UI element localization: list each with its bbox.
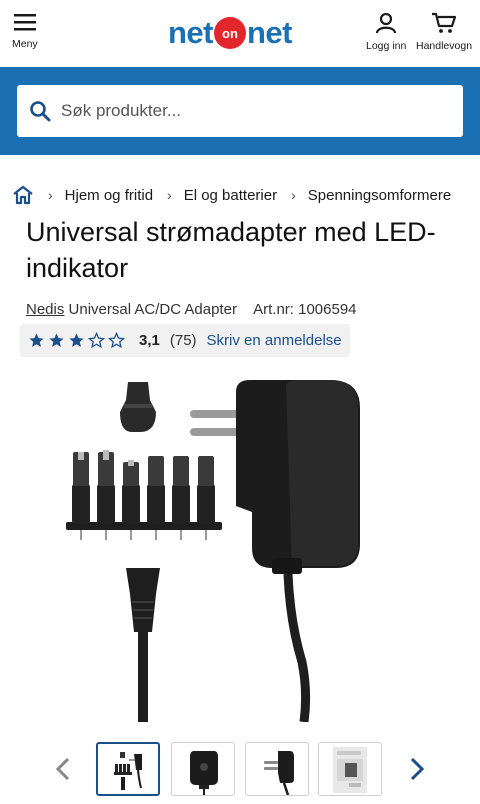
- thumbnail-1[interactable]: [96, 742, 160, 796]
- rating-count: (75): [169, 332, 197, 349]
- star-empty-icon: [88, 332, 105, 349]
- chevron-right-icon: ›: [167, 187, 172, 203]
- chevron-right-icon[interactable]: [408, 756, 426, 782]
- breadcrumb: › Hjem og fritid › El og batterier › Spe…: [12, 183, 480, 207]
- rating-score: 3,1: [139, 332, 160, 349]
- top-header: Meny net on net Logg inn Handlevogn: [0, 0, 480, 67]
- user-icon: [376, 12, 397, 34]
- chevron-right-icon: ›: [291, 187, 296, 203]
- login-button[interactable]: Logg inn: [366, 12, 406, 52]
- logo-text-1: net: [168, 15, 214, 50]
- brand-link[interactable]: Nedis: [26, 301, 64, 318]
- login-label: Logg inn: [366, 40, 407, 52]
- star-filled-icon: [69, 333, 84, 347]
- chevron-right-icon: ›: [48, 187, 53, 203]
- product-image[interactable]: [40, 372, 440, 722]
- menu-button[interactable]: Meny: [12, 12, 38, 50]
- home-icon[interactable]: [12, 185, 34, 205]
- thumbnail-strip: [0, 740, 480, 800]
- write-review-link[interactable]: Skriv en anmeldelse: [207, 332, 342, 349]
- star-empty-icon: [108, 332, 125, 349]
- logo-on-badge: on: [214, 17, 246, 49]
- chevron-left-icon[interactable]: [54, 756, 72, 782]
- cart-icon: [432, 12, 457, 33]
- star-filled-icon: [49, 333, 64, 347]
- thumbnail-3[interactable]: [245, 742, 309, 796]
- hamburger-icon: [13, 14, 36, 31]
- thumbnail-4[interactable]: [318, 742, 382, 796]
- search-box[interactable]: [17, 85, 463, 137]
- cart-button[interactable]: Handlevogn: [416, 12, 472, 52]
- product-title: Universal strømadapter med LED-indikator: [26, 217, 436, 283]
- breadcrumb-item[interactable]: El og batterier: [184, 187, 277, 204]
- logo-text-2: net: [247, 15, 293, 50]
- article-number: Art.nr: 1006594: [253, 301, 357, 318]
- breadcrumb-item[interactable]: Spenningsomformere: [308, 187, 451, 204]
- netonnet-logo[interactable]: net on net: [168, 15, 293, 51]
- menu-label: Meny: [12, 38, 38, 50]
- search-input[interactable]: [61, 101, 441, 121]
- rating-bar[interactable]: 3,1 (75) Skriv en anmeldelse: [20, 324, 350, 357]
- rating-stars: [28, 332, 125, 349]
- star-filled-icon: [29, 333, 44, 347]
- product-meta: Nedis Universal AC/DC Adapter Art.nr: 10…: [26, 301, 357, 318]
- product-subtitle: Universal AC/DC Adapter: [68, 301, 237, 318]
- cart-label: Handlevogn: [416, 40, 473, 52]
- search-icon: [30, 101, 51, 122]
- breadcrumb-item[interactable]: Hjem og fritid: [65, 187, 153, 204]
- thumbnail-2[interactable]: [171, 742, 235, 796]
- search-band: [0, 67, 480, 155]
